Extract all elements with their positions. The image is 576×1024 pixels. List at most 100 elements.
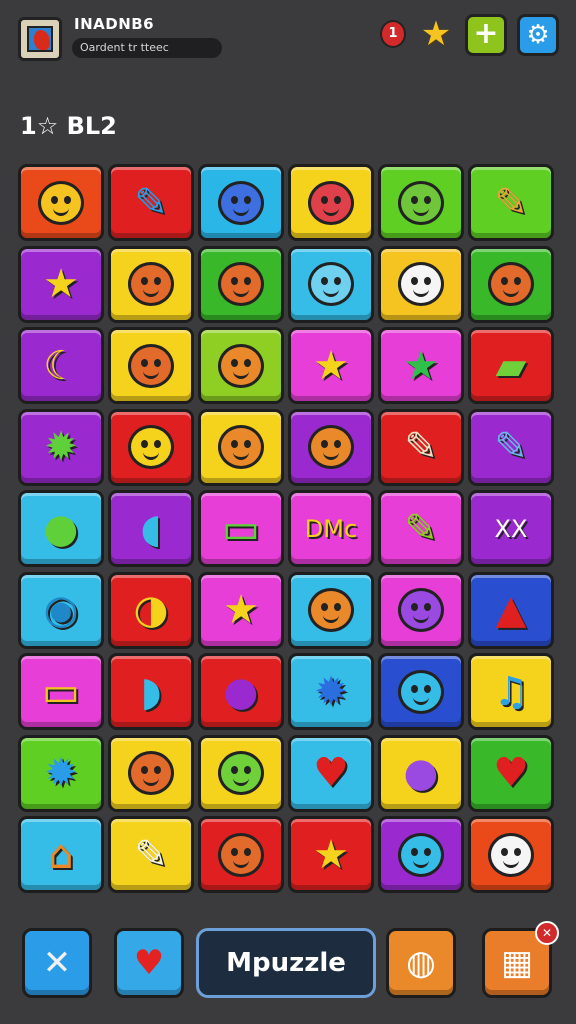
puzzle-tile[interactable] — [108, 734, 194, 812]
creature-face-icon — [218, 751, 264, 795]
puzzle-tile[interactable] — [198, 327, 284, 404]
creature-face-icon — [128, 262, 174, 306]
puzzle-tile[interactable]: ✹ — [288, 653, 374, 730]
settings-gear-icon[interactable]: ⚙ — [517, 14, 559, 56]
puzzle-tile[interactable]: ⌂ — [18, 816, 104, 893]
puzzle-tile[interactable]: ★ — [288, 327, 374, 404]
puzzle-tile[interactable] — [468, 245, 554, 323]
tile-symbol-icon: ✎ — [404, 424, 438, 470]
puzzle-tile[interactable] — [378, 653, 464, 730]
puzzle-tile[interactable]: ✎ — [378, 490, 464, 567]
puzzle-tile[interactable] — [288, 408, 374, 486]
tile-symbol-icon: ● — [223, 668, 259, 715]
puzzle-tile[interactable] — [198, 164, 284, 241]
creature-face-icon — [308, 588, 354, 632]
puzzle-tile[interactable]: ★ — [288, 816, 374, 893]
puzzle-tile[interactable] — [288, 164, 374, 241]
puzzle-tile[interactable] — [288, 245, 374, 323]
puzzle-tile[interactable]: ◉ — [18, 571, 104, 649]
puzzle-tile[interactable] — [198, 816, 284, 893]
tile-symbol-icon: ▰ — [495, 342, 527, 389]
puzzle-tile[interactable] — [378, 245, 464, 323]
profile-button[interactable]: ◍ — [386, 928, 456, 998]
tile-symbol-icon: ✹ — [44, 750, 78, 796]
subtitle-bar: Oardent tr tteec — [72, 38, 222, 58]
puzzle-tile[interactable]: ✎ — [108, 816, 194, 893]
creature-face-icon — [398, 262, 444, 306]
creature-face-icon — [128, 425, 174, 469]
app-logo-icon[interactable] — [18, 17, 62, 61]
tile-symbol-icon: ★ — [403, 342, 439, 389]
puzzle-tile[interactable]: ✎ — [108, 164, 194, 241]
puzzle-tile[interactable] — [198, 245, 284, 323]
puzzle-tile[interactable]: ◗ — [108, 653, 194, 730]
puzzle-tile[interactable] — [198, 408, 284, 486]
puzzle-tile[interactable] — [378, 816, 464, 893]
puzzle-tile[interactable] — [468, 816, 554, 893]
puzzle-tile[interactable]: ● — [378, 734, 464, 812]
puzzle-tile[interactable]: ✎ — [378, 408, 464, 486]
puzzle-tile[interactable]: ● — [18, 490, 104, 567]
tile-symbol-icon: ◑ — [133, 587, 169, 633]
tile-symbol-icon: ▭ — [222, 505, 260, 552]
tile-symbol-icon: ★ — [313, 831, 349, 878]
tile-symbol-icon: ✎ — [494, 424, 528, 470]
puzzle-tile[interactable]: ● — [198, 653, 284, 730]
puzzle-tile[interactable]: ♫ — [468, 653, 554, 730]
puzzle-tile[interactable]: XX — [468, 490, 554, 567]
creature-face-icon — [398, 588, 444, 632]
puzzle-tile[interactable] — [288, 571, 374, 649]
puzzle-tile[interactable]: ▰ — [468, 327, 554, 404]
puzzle-tile[interactable]: ▭ — [198, 490, 284, 567]
grid-icon: ▦ — [500, 943, 534, 983]
puzzle-tile[interactable]: DMc — [288, 490, 374, 567]
creature-face-icon — [398, 832, 444, 877]
tile-symbol-icon: DMc — [304, 514, 358, 543]
puzzle-tile[interactable]: ▭ — [18, 653, 104, 730]
puzzle-tile[interactable]: ✹ — [18, 734, 104, 812]
tile-symbol-icon: ♥ — [493, 750, 529, 796]
game-title: INADNB6 — [74, 15, 155, 33]
tile-symbol-icon: ★ — [313, 342, 349, 389]
puzzle-tile[interactable] — [378, 164, 464, 241]
tile-symbol-icon: ● — [403, 750, 439, 796]
tile-symbol-icon: ✎ — [134, 831, 168, 878]
puzzle-tile[interactable]: ✎ — [468, 164, 554, 241]
puzzle-tile[interactable]: ✎ — [468, 408, 554, 486]
tools-button[interactable]: ✕ — [22, 928, 92, 998]
menu-grid-button[interactable]: ▦ ✕ — [482, 921, 559, 998]
puzzle-tile[interactable]: ★ — [198, 571, 284, 649]
mpuzzle-button[interactable]: Mpuzzle — [196, 928, 376, 998]
puzzle-tile[interactable]: ✹ — [18, 408, 104, 486]
heart-button[interactable]: ♥ — [114, 928, 184, 998]
puzzle-tile[interactable] — [108, 327, 194, 404]
creature-face-icon — [398, 180, 444, 225]
tile-symbol-icon: ★ — [223, 587, 259, 633]
puzzle-tile[interactable]: ♥ — [468, 734, 554, 812]
tile-symbol-icon: ✹ — [314, 668, 348, 715]
tile-symbol-icon: ♥ — [313, 750, 349, 796]
puzzle-tile[interactable] — [378, 571, 464, 649]
creature-face-icon — [308, 425, 354, 469]
puzzle-tile[interactable]: ★ — [378, 327, 464, 404]
puzzle-tile[interactable]: ◑ — [108, 571, 194, 649]
creature-face-icon — [398, 669, 444, 714]
puzzle-tile[interactable]: ▲ — [468, 571, 554, 649]
tile-symbol-icon: ★ — [43, 261, 79, 307]
tile-symbol-icon: ◖ — [140, 505, 162, 552]
top-bar: INADNB6 Oardent tr tteec 1 ★ + ⚙ — [0, 0, 576, 80]
puzzle-tile[interactable] — [198, 734, 284, 812]
creature-face-icon — [218, 343, 264, 388]
add-button[interactable]: + — [465, 14, 507, 56]
puzzle-tile[interactable] — [108, 408, 194, 486]
puzzle-tile[interactable]: ☾ — [18, 327, 104, 404]
star-icon[interactable]: ★ — [418, 16, 454, 52]
puzzle-tile[interactable]: ♥ — [288, 734, 374, 812]
puzzle-tile[interactable] — [108, 245, 194, 323]
puzzle-tile[interactable]: ◖ — [108, 490, 194, 567]
puzzle-tile[interactable] — [18, 164, 104, 241]
alert-badge[interactable]: 1 — [380, 20, 406, 48]
tile-symbol-icon: ☾ — [43, 342, 79, 389]
close-badge-icon[interactable]: ✕ — [535, 921, 559, 945]
puzzle-tile[interactable]: ★ — [18, 245, 104, 323]
